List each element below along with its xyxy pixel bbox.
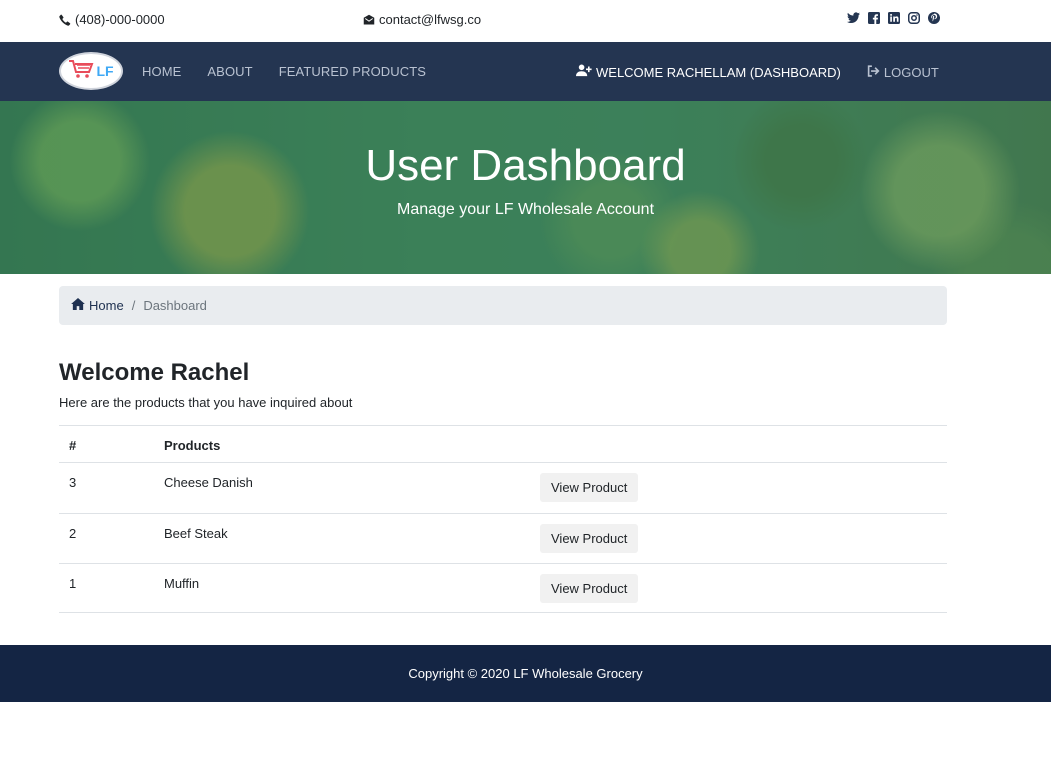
pinterest-icon[interactable] bbox=[928, 12, 940, 24]
row-id: 1 bbox=[69, 576, 77, 591]
row-id: 2 bbox=[69, 526, 77, 541]
intro-text: Here are the products that you have inqu… bbox=[59, 395, 353, 410]
twitter-icon[interactable] bbox=[847, 12, 860, 24]
breadcrumb-home[interactable]: Home bbox=[71, 298, 124, 313]
nav-links: HOME ABOUT FEATURED PRODUCTS bbox=[142, 64, 426, 79]
user-plus-icon bbox=[576, 64, 592, 80]
breadcrumb-separator: / bbox=[131, 298, 136, 313]
logout-link[interactable]: LOGOUT bbox=[867, 64, 939, 80]
welcome-user-text: WELCOME RACHELLAM (DASHBOARD) bbox=[596, 64, 841, 80]
nav-user-links: WELCOME RACHELLAM (DASHBOARD) LOGOUT bbox=[576, 64, 939, 80]
page-subtitle: Manage your LF Wholesale Account bbox=[396, 201, 655, 218]
social-links bbox=[847, 12, 940, 24]
hero-banner: User Dashboard Manage your LF Wholesale … bbox=[0, 101, 1051, 274]
instagram-icon[interactable] bbox=[908, 12, 920, 24]
main-navbar: LF HOME ABOUT FEATURED PRODUCTS WELCOME … bbox=[0, 42, 1051, 101]
breadcrumb-home-label: Home bbox=[89, 298, 124, 313]
row-product: Cheese Danish bbox=[164, 475, 253, 490]
breadcrumb-current: Dashboard bbox=[143, 298, 207, 313]
view-product-button[interactable]: View Product bbox=[540, 574, 639, 603]
brand-logo[interactable]: LF bbox=[59, 52, 123, 90]
shopping-cart-icon bbox=[68, 59, 94, 84]
dashboard-link[interactable]: WELCOME RACHELLAM (DASHBOARD) bbox=[576, 64, 841, 80]
table-row: 3 Cheese Danish View Product bbox=[59, 463, 947, 513]
table-header: # Products bbox=[59, 425, 947, 463]
nav-about[interactable]: ABOUT bbox=[207, 64, 252, 79]
nav-home[interactable]: HOME bbox=[142, 64, 181, 79]
row-product: Beef Steak bbox=[164, 526, 228, 541]
welcome-heading: Welcome Rachel bbox=[59, 359, 250, 386]
table-row: 1 Muffin View Product bbox=[59, 563, 947, 613]
logo-text: LF bbox=[96, 63, 114, 79]
email-contact[interactable]: contact@lfwsg.co bbox=[363, 12, 481, 27]
footer: Copyright © 2020 LF Wholesale Grocery bbox=[0, 645, 1051, 702]
row-id: 3 bbox=[69, 475, 77, 490]
phone-icon bbox=[59, 14, 71, 26]
view-product-button[interactable]: View Product bbox=[540, 473, 639, 502]
phone-number: (408)-000-0000 bbox=[75, 12, 165, 27]
top-contact-bar: (408)-000-0000 contact@lfwsg.co bbox=[0, 0, 1051, 42]
table-row: 2 Beef Steak View Product bbox=[59, 513, 947, 563]
breadcrumb: Home / Dashboard bbox=[59, 286, 947, 325]
facebook-icon[interactable] bbox=[868, 12, 880, 24]
page-title: User Dashboard bbox=[365, 141, 686, 190]
phone-contact: (408)-000-0000 bbox=[59, 12, 165, 27]
row-product: Muffin bbox=[164, 576, 200, 591]
logout-label: LOGOUT bbox=[883, 64, 939, 80]
header-number: # bbox=[69, 438, 77, 453]
view-product-button[interactable]: View Product bbox=[540, 524, 639, 553]
copyright-text: Copyright © 2020 LF Wholesale Grocery bbox=[408, 666, 643, 681]
envelope-icon bbox=[363, 14, 375, 26]
home-icon bbox=[71, 298, 85, 313]
linkedin-icon[interactable] bbox=[888, 12, 900, 24]
header-products: Products bbox=[164, 438, 221, 453]
nav-featured-products[interactable]: FEATURED PRODUCTS bbox=[279, 64, 426, 79]
inquired-products-table: # Products 3 Cheese Danish View Product … bbox=[59, 425, 947, 613]
email-address[interactable]: contact@lfwsg.co bbox=[379, 12, 481, 27]
sign-out-icon bbox=[867, 64, 880, 80]
